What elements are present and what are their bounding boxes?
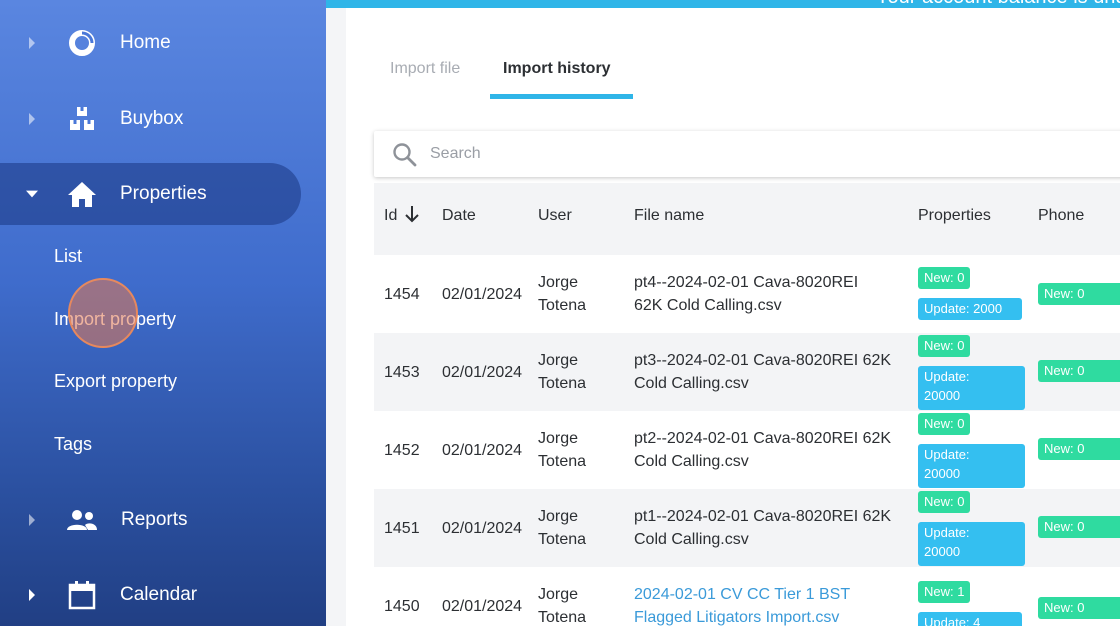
caret-right-icon bbox=[26, 587, 38, 603]
sidebar-item-reports[interactable]: Reports bbox=[0, 489, 326, 551]
sort-arrow-down-icon[interactable] bbox=[404, 205, 420, 228]
cell-id: 1450 bbox=[384, 598, 420, 615]
table-row: 1454 02/01/2024 Jorge Totena pt4--2024-0… bbox=[374, 255, 1120, 333]
badge-update-label: Update: bbox=[924, 447, 970, 462]
caret-down-icon bbox=[26, 186, 38, 202]
sidebar-item-label: Home bbox=[120, 32, 171, 53]
click-indicator bbox=[68, 278, 138, 348]
alert-banner-text: Your account balance is under $0. The sm… bbox=[876, 0, 1120, 8]
tab-import-history[interactable]: Import history bbox=[503, 60, 611, 78]
cell-date: 02/01/2024 bbox=[442, 598, 523, 615]
cell-user-first: Jorge bbox=[538, 508, 579, 525]
table-header: Id Date User File name Properties Phone bbox=[374, 183, 1120, 255]
cell-file-name: pt1--2024-02-01 Cava-8020REI 62K bbox=[634, 508, 892, 525]
search-icon bbox=[392, 142, 418, 168]
cell-file-name-cont: 62K Cold Calling.csv bbox=[634, 297, 782, 314]
search-input[interactable] bbox=[430, 139, 1030, 169]
caret-right-icon bbox=[26, 111, 38, 127]
badge-phone-new: New: 0 bbox=[1038, 438, 1120, 460]
cell-id: 1453 bbox=[384, 364, 420, 381]
main-panel: Import file Import history Id Date User … bbox=[346, 8, 1120, 626]
badge-update-value: 20000 bbox=[924, 544, 961, 559]
sidebar-item-label: Reports bbox=[121, 509, 188, 530]
badge-properties-update: Update: 4 bbox=[918, 612, 1022, 626]
cell-file-name: pt2--2024-02-01 Cava-8020REI 62K bbox=[634, 430, 892, 447]
cell-user-first: Jorge bbox=[538, 352, 579, 369]
cell-user-last: Totena bbox=[538, 375, 587, 392]
cell-id: 1451 bbox=[384, 520, 420, 537]
cell-file-name-cont: Cold Calling.csv bbox=[634, 453, 749, 470]
column-header-file-name[interactable]: File name bbox=[634, 207, 704, 225]
table-row: 1452 02/01/2024 Jorge Totena pt2--2024-0… bbox=[374, 411, 1120, 489]
badge-properties-update: Update: 20000 bbox=[918, 366, 1025, 410]
cell-user-last: Totena bbox=[538, 297, 587, 314]
home-circle-icon bbox=[66, 27, 98, 59]
caret-right-icon bbox=[26, 512, 38, 528]
alert-banner: Your account balance is under $0. The sm… bbox=[326, 0, 1120, 8]
search-bar bbox=[374, 131, 1120, 177]
sidebar-item-label: Buybox bbox=[120, 108, 184, 129]
badge-update-label: Update: bbox=[924, 525, 970, 540]
badge-phone-new: New: 0 bbox=[1038, 597, 1120, 619]
active-tab-indicator bbox=[490, 94, 633, 99]
sidebar-item-buybox[interactable]: Buybox bbox=[0, 88, 326, 150]
column-header-date[interactable]: Date bbox=[442, 207, 476, 225]
cell-user-last: Totena bbox=[538, 453, 587, 470]
badge-properties-update: Update: 20000 bbox=[918, 444, 1025, 488]
cell-user-first: Jorge bbox=[538, 586, 579, 603]
cell-date: 02/01/2024 bbox=[442, 442, 523, 459]
badge-phone-new: New: 0 bbox=[1038, 516, 1120, 538]
sidebar: Home Buybox Properties List Import prope… bbox=[0, 0, 326, 626]
cell-user-first: Jorge bbox=[538, 430, 579, 447]
column-header-phone[interactable]: Phone bbox=[1038, 207, 1084, 225]
cell-user-first: Jorge bbox=[538, 274, 579, 291]
caret-right-icon bbox=[26, 35, 38, 51]
calendar-icon bbox=[66, 579, 98, 611]
cell-id: 1454 bbox=[384, 286, 420, 303]
tab-import-file[interactable]: Import file bbox=[390, 60, 460, 78]
sidebar-subitem-tags[interactable]: Tags bbox=[54, 434, 92, 455]
sidebar-subitem-list[interactable]: List bbox=[54, 246, 82, 267]
table-row: 1453 02/01/2024 Jorge Totena pt3--2024-0… bbox=[374, 333, 1120, 411]
badge-properties-update: Update: 2000 bbox=[918, 298, 1022, 320]
sidebar-item-label: Properties bbox=[120, 183, 207, 204]
sidebar-item-calendar[interactable]: Calendar bbox=[0, 564, 326, 626]
badge-properties-new: New: 0 bbox=[918, 335, 971, 357]
column-header-user[interactable]: User bbox=[538, 207, 572, 225]
table-row: 1450 02/01/2024 Jorge Totena 2024-02-01 … bbox=[374, 567, 1120, 626]
sidebar-item-home[interactable]: Home bbox=[0, 12, 326, 74]
column-header-id[interactable]: Id bbox=[384, 207, 397, 225]
cell-date: 02/01/2024 bbox=[442, 520, 523, 537]
cell-file-name: pt4--2024-02-01 Cava-8020REI bbox=[634, 274, 859, 291]
boxes-icon bbox=[66, 103, 98, 135]
sidebar-subitem-export-property[interactable]: Export property bbox=[54, 371, 177, 392]
table-row: 1451 02/01/2024 Jorge Totena pt1--2024-0… bbox=[374, 489, 1120, 567]
badge-properties-new: New: 0 bbox=[918, 491, 971, 513]
cell-date: 02/01/2024 bbox=[442, 286, 523, 303]
cell-file-name: pt3--2024-02-01 Cava-8020REI 62K bbox=[634, 352, 892, 369]
cell-user-last: Totena bbox=[538, 531, 587, 548]
file-name-link-cont[interactable]: Flagged Litigators Import.csv bbox=[634, 606, 839, 626]
cell-file-name-cont: Cold Calling.csv bbox=[634, 375, 749, 392]
column-header-properties[interactable]: Properties bbox=[918, 207, 991, 225]
badge-update-value: 20000 bbox=[924, 388, 961, 403]
house-icon bbox=[66, 178, 98, 210]
sidebar-item-properties[interactable]: Properties bbox=[0, 163, 301, 225]
badge-phone-new: New: 0 bbox=[1038, 283, 1120, 305]
cell-user-last: Totena bbox=[538, 609, 587, 626]
badge-properties-update: Update: 20000 bbox=[918, 522, 1025, 566]
badge-update-label: Update: bbox=[924, 369, 970, 384]
badge-update-value: 20000 bbox=[924, 466, 961, 481]
people-icon bbox=[66, 504, 98, 536]
badge-properties-new: New: 1 bbox=[918, 581, 971, 603]
cell-date: 02/01/2024 bbox=[442, 364, 523, 381]
cell-id: 1452 bbox=[384, 442, 420, 459]
sidebar-item-label: Calendar bbox=[120, 584, 198, 605]
badge-properties-new: New: 0 bbox=[918, 413, 971, 435]
badge-properties-new: New: 0 bbox=[918, 267, 971, 289]
file-name-link[interactable]: 2024-02-01 CV CC Tier 1 BST bbox=[634, 583, 850, 606]
badge-phone-new: New: 0 bbox=[1038, 360, 1120, 382]
cell-file-name-cont: Cold Calling.csv bbox=[634, 531, 749, 548]
